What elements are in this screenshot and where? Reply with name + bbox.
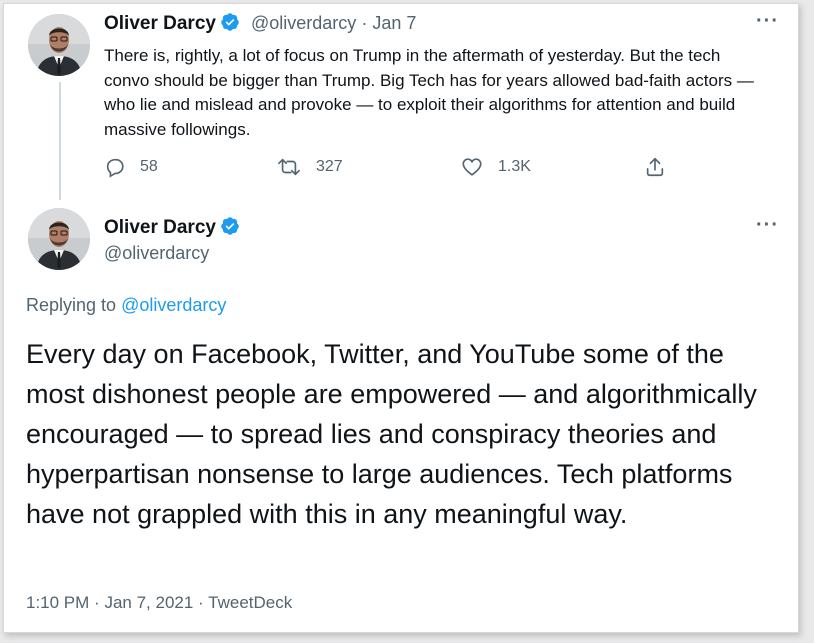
reply-button[interactable]: 58	[104, 156, 158, 178]
more-icon[interactable]: ···	[756, 11, 779, 31]
replying-to-link[interactable]: @oliverdarcy	[121, 295, 226, 315]
tweet1-text: There is, rightly, a lot of focus on Tru…	[104, 46, 754, 139]
like-count: 1.3K	[498, 158, 531, 175]
verified-badge-icon	[220, 12, 240, 37]
tweet2-author-line: Oliver Darcy	[104, 216, 240, 241]
replying-prefix: Replying to	[26, 295, 117, 315]
retweet-button[interactable]: 327	[276, 156, 343, 178]
tweet2-text: Every day on Facebook, Twitter, and YouT…	[26, 339, 757, 529]
thread-connector-line	[59, 82, 61, 200]
tweet-time[interactable]: 1:10 PM	[26, 593, 89, 612]
separator-dot: ·	[361, 13, 368, 33]
like-button[interactable]: 1.3K	[460, 156, 531, 178]
separator-dot: ·	[198, 593, 204, 612]
avatar[interactable]	[28, 208, 90, 270]
author-handle[interactable]: @oliverdarcy	[251, 13, 356, 33]
share-button[interactable]	[644, 156, 666, 178]
tweet2-metadata: 1:10 PM · Jan 7, 2021 · TweetDeck	[26, 593, 292, 613]
separator-dot: ·	[94, 593, 100, 612]
reply-count: 58	[140, 158, 158, 175]
tweet-card: Oliver Darcy @oliverdarcy · Jan 7 ··· Th…	[3, 3, 799, 633]
tweet1-header: Oliver Darcy @oliverdarcy · Jan 7	[104, 12, 416, 37]
more-icon[interactable]: ···	[756, 215, 779, 235]
author-name[interactable]: Oliver Darcy	[104, 217, 216, 238]
retweet-count: 327	[316, 158, 343, 175]
verified-badge-icon	[220, 216, 240, 241]
author-handle[interactable]: @oliverdarcy	[104, 243, 209, 264]
retweet-icon	[278, 158, 300, 176]
avatar-image	[28, 14, 90, 76]
tweet-source[interactable]: TweetDeck	[208, 593, 292, 612]
author-name[interactable]: Oliver Darcy	[104, 13, 216, 34]
tweet-date[interactable]: Jan 7	[372, 13, 416, 33]
avatar-image	[28, 208, 90, 270]
share-icon	[646, 157, 664, 177]
tweet1-actions: 58 327 1.3K	[104, 156, 684, 184]
reply-icon	[106, 158, 124, 178]
tweet-date[interactable]: Jan 7, 2021	[104, 593, 193, 612]
avatar[interactable]	[28, 14, 90, 76]
heart-icon	[462, 158, 482, 176]
replying-to: Replying to @oliverdarcy	[26, 295, 226, 316]
